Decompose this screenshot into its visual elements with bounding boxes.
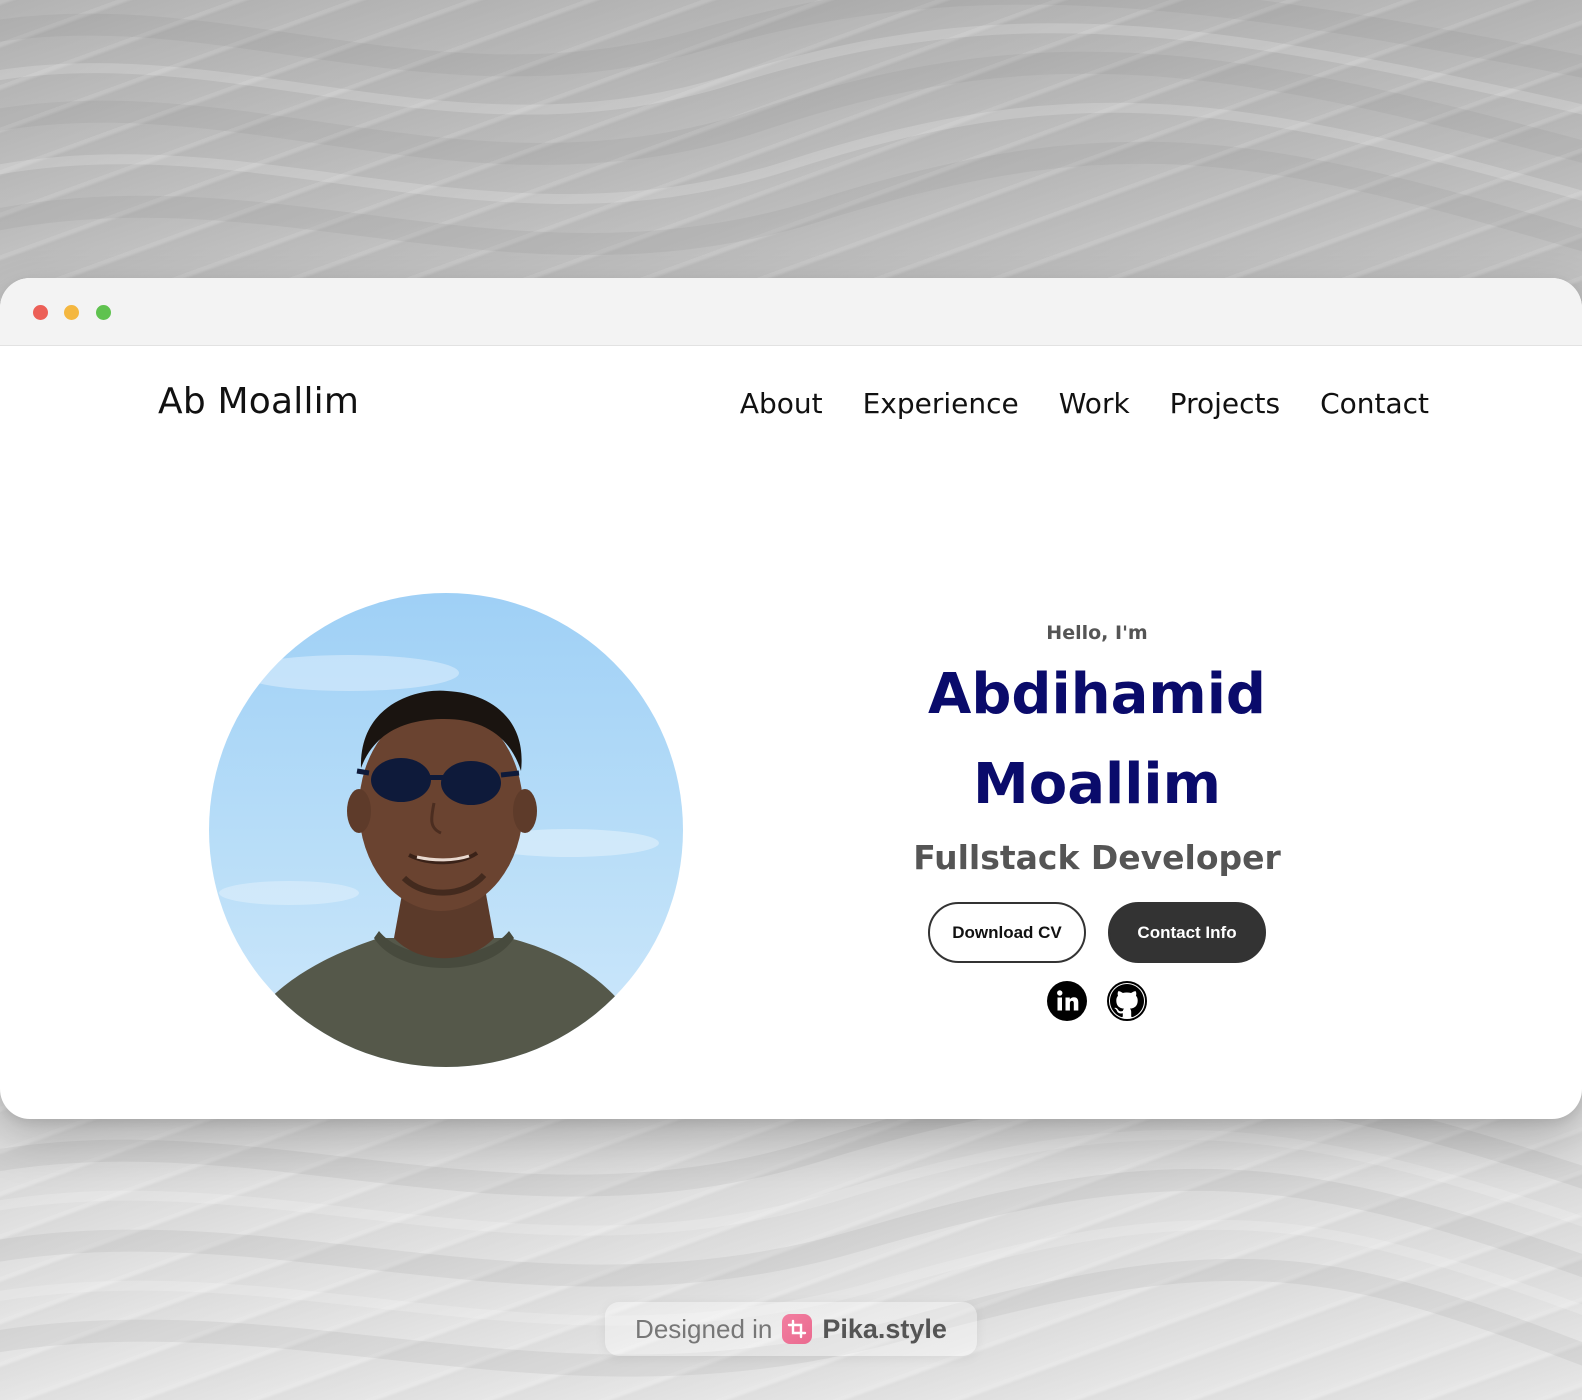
linkedin-icon[interactable]: [1047, 981, 1087, 1021]
social-links: [892, 981, 1302, 1021]
hero-intro: Hello, I'm Abdihamid Moallim Fullstack D…: [892, 618, 1302, 1021]
nav-link-projects[interactable]: Projects: [1170, 387, 1280, 420]
contact-info-button[interactable]: Contact Info: [1108, 902, 1266, 963]
nav-item-about: About: [740, 387, 823, 420]
pika-logo-icon: [782, 1314, 813, 1344]
nav-links: About Experience Work Projects Contact: [740, 387, 1429, 420]
download-cv-button[interactable]: Download CV: [928, 902, 1086, 963]
nav-link-contact[interactable]: Contact: [1320, 387, 1429, 420]
nav-item-experience: Experience: [863, 387, 1019, 420]
hero-title: Fullstack Developer: [913, 838, 1281, 877]
nav-link-about[interactable]: About: [740, 387, 823, 420]
hero-buttons: Download CV Contact Info: [892, 902, 1302, 963]
hero-name: Abdihamid Moallim: [892, 650, 1302, 830]
nav-item-work: Work: [1059, 387, 1130, 420]
nav-item-projects: Projects: [1170, 387, 1280, 420]
site-logo[interactable]: Ab Moallim: [158, 381, 359, 422]
window-titlebar: [0, 278, 1582, 346]
hero-greeting: Hello, I'm: [1046, 622, 1148, 644]
profile-photo-illustration: [219, 655, 659, 1067]
badge-prefix-text: Designed in: [635, 1313, 773, 1344]
badge-brand-text: Pika.style: [822, 1313, 947, 1344]
hero-name-line2: Moallim: [973, 752, 1221, 817]
minimize-window-button[interactable]: [64, 305, 79, 320]
browser-window: Ab Moallim About Experience Work Project…: [0, 278, 1582, 1119]
profile-picture: [209, 593, 683, 1067]
nav-item-contact: Contact: [1320, 387, 1429, 420]
nav-link-work[interactable]: Work: [1059, 387, 1130, 420]
github-icon[interactable]: [1107, 981, 1147, 1021]
site-navbar: Ab Moallim About Experience Work Project…: [0, 345, 1582, 479]
hero-name-line1: Abdihamid: [928, 662, 1266, 727]
maximize-window-button[interactable]: [96, 305, 111, 320]
close-window-button[interactable]: [33, 305, 48, 320]
pika-style-badge[interactable]: Designed in Pika.style: [605, 1302, 977, 1356]
nav-link-experience[interactable]: Experience: [863, 387, 1019, 420]
